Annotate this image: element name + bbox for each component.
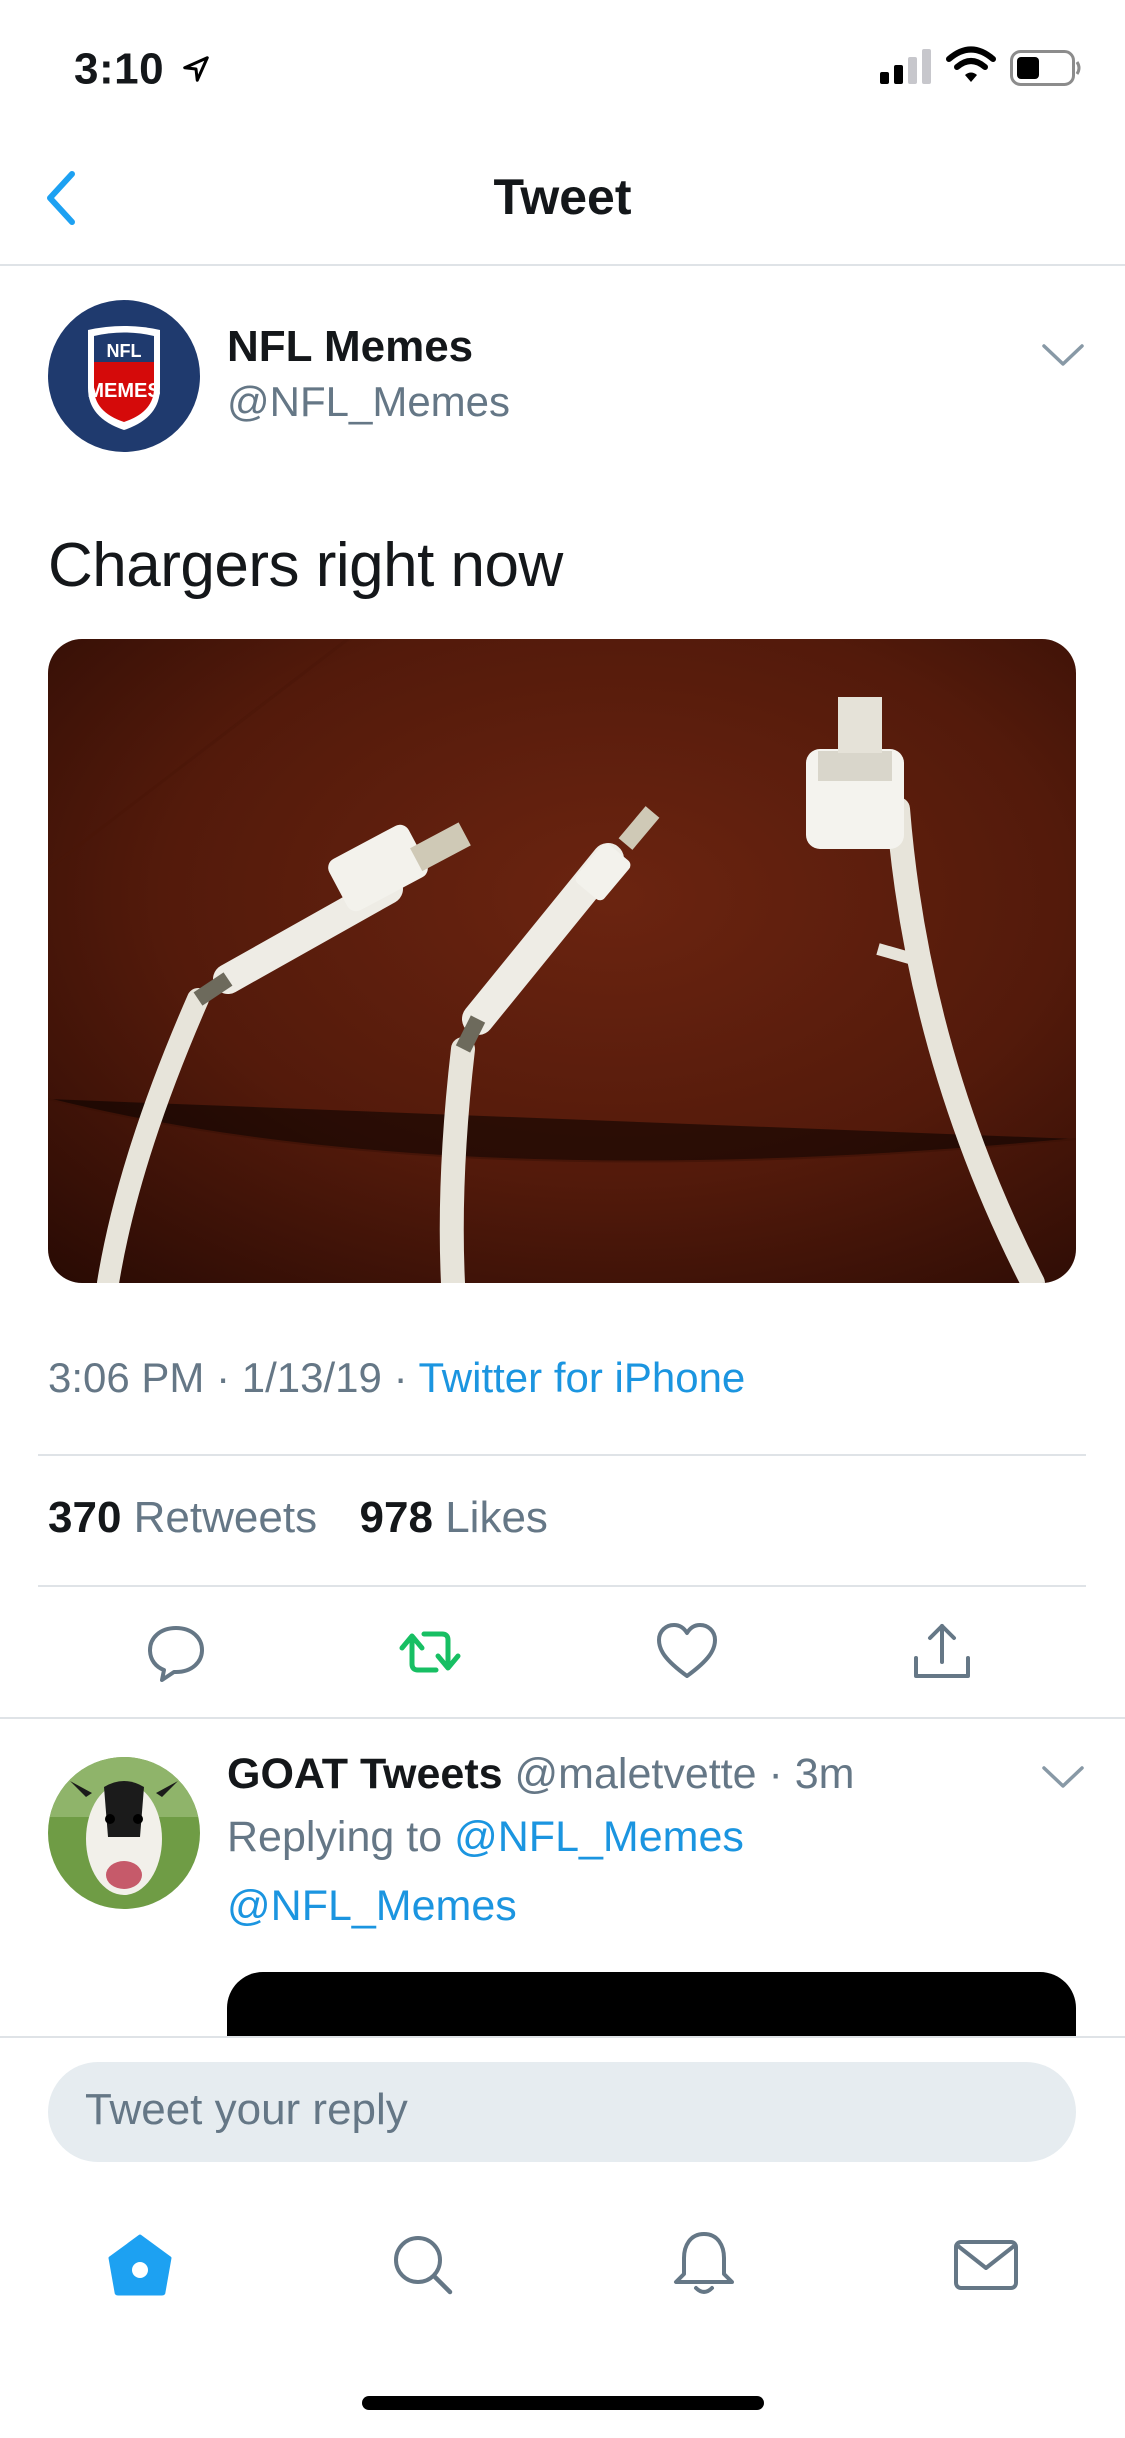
home-icon[interactable] bbox=[104, 2228, 176, 2300]
tweet-meta: 3:06 PM · 1/13/19 · Twitter for iPhone bbox=[48, 1354, 746, 1401]
stats-divider bbox=[38, 1585, 1086, 1587]
chevron-down-icon[interactable] bbox=[1040, 1762, 1086, 1792]
wifi-icon bbox=[946, 46, 996, 82]
tweet-source-link[interactable]: Twitter for iPhone bbox=[418, 1354, 745, 1401]
chevron-down-icon[interactable] bbox=[1040, 340, 1086, 370]
heart-icon[interactable] bbox=[655, 1620, 719, 1684]
reply-author-handle[interactable]: @maletvette bbox=[515, 1750, 757, 1798]
tweet-date: 1/13/19 bbox=[241, 1354, 382, 1401]
author-avatar[interactable]: NFL MEMES bbox=[48, 300, 200, 452]
nav-divider bbox=[0, 264, 1125, 266]
page-title: Tweet bbox=[493, 169, 632, 225]
reply-avatar[interactable] bbox=[48, 1757, 200, 1909]
retweet-icon[interactable] bbox=[398, 1620, 462, 1684]
svg-text:NFL: NFL bbox=[107, 341, 142, 361]
reply-author-name[interactable]: GOAT Tweets bbox=[227, 1750, 503, 1798]
author-name[interactable]: NFL Memes bbox=[227, 322, 473, 372]
search-icon[interactable] bbox=[386, 2228, 458, 2300]
reply-header: GOAT Tweets @maletvette · 3m bbox=[227, 1750, 855, 1798]
share-icon[interactable] bbox=[910, 1620, 974, 1684]
cellular-signal-icon bbox=[880, 49, 931, 84]
author-handle[interactable]: @NFL_Memes bbox=[227, 378, 510, 426]
actions-divider bbox=[0, 1717, 1125, 1719]
reply-icon[interactable] bbox=[144, 1620, 208, 1684]
replying-to-link[interactable]: @NFL_Memes bbox=[454, 1813, 744, 1861]
meta-divider bbox=[38, 1454, 1086, 1456]
reply-text-mention[interactable]: @NFL_Memes bbox=[227, 1882, 517, 1931]
tweet-text: Chargers right now bbox=[48, 531, 563, 600]
likes-stat[interactable]: 978 Likes bbox=[360, 1493, 548, 1542]
tweet-image[interactable] bbox=[48, 639, 1076, 1283]
home-indicator bbox=[362, 2396, 764, 2410]
battery-icon bbox=[1010, 50, 1081, 86]
retweets-stat[interactable]: 370 Retweets bbox=[48, 1493, 317, 1542]
reply-age: 3m bbox=[794, 1750, 855, 1798]
reply-composer-placeholder: Tweet your reply bbox=[85, 2085, 408, 2134]
replying-to: Replying to @NFL_Memes bbox=[227, 1813, 744, 1861]
status-time: 3:10 bbox=[74, 42, 211, 94]
mail-icon[interactable] bbox=[950, 2228, 1022, 2300]
tweet-time: 3:06 PM bbox=[48, 1354, 205, 1401]
tweet-stats: 370 Retweets 978 Likes bbox=[48, 1493, 548, 1543]
bell-icon[interactable] bbox=[668, 2228, 740, 2300]
goat-avatar-icon bbox=[48, 1757, 200, 1909]
location-arrow-icon bbox=[183, 56, 209, 83]
svg-text:MEMES: MEMES bbox=[87, 380, 160, 402]
nfl-memes-logo-icon: NFL MEMES bbox=[48, 300, 200, 452]
